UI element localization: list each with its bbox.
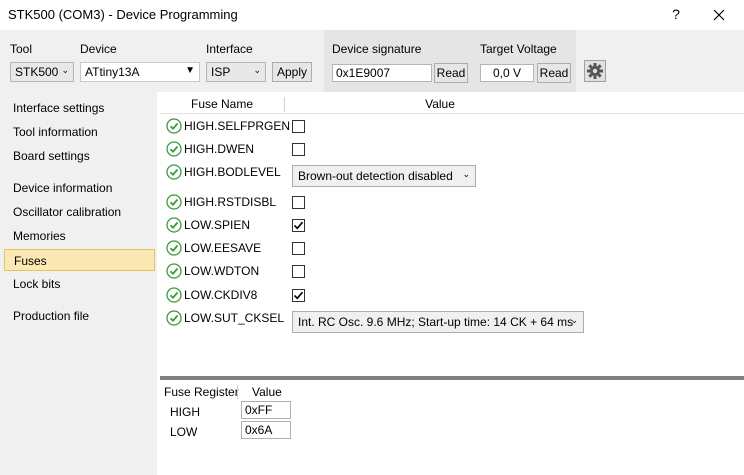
title-bar: STK500 (COM3) - Device Programming ?	[0, 0, 744, 30]
ok-check-icon	[166, 240, 182, 256]
sidebar-item-board-settings[interactable]: Board settings	[4, 145, 155, 167]
sidebar: Interface settings Tool information Boar…	[0, 92, 157, 475]
interface-label: Interface	[206, 42, 253, 56]
voltage-label: Target Voltage	[480, 42, 557, 56]
signature-read-button[interactable]: Read	[434, 63, 468, 83]
ok-check-icon	[166, 164, 182, 180]
toolbar: Tool STK500 ⌄ Device ATtiny13A ▼ Interfa…	[0, 30, 744, 92]
register-row: LOW 0x6A	[160, 421, 360, 441]
sidebar-item-memories[interactable]: Memories	[4, 225, 155, 247]
sidebar-item-tool-information[interactable]: Tool information	[4, 121, 155, 143]
wdton-checkbox[interactable]	[292, 265, 305, 278]
fuse-name: LOW.WDTON	[184, 264, 260, 278]
sidebar-item-lock-bits[interactable]: Lock bits	[4, 273, 155, 295]
fuse-name: HIGH.DWEN	[184, 142, 254, 156]
device-label: Device	[80, 42, 117, 56]
voltage-read-button[interactable]: Read	[537, 63, 571, 83]
fuse-value-header[interactable]: Value	[285, 97, 595, 111]
ok-check-icon	[166, 217, 182, 233]
ok-check-icon	[166, 118, 182, 134]
interface-select[interactable]: ISP ⌄	[206, 62, 266, 82]
chevron-down-icon: ⌄	[253, 65, 261, 75]
ok-check-icon	[166, 287, 182, 303]
fuse-name: LOW.SPIEN	[184, 218, 251, 232]
tool-select[interactable]: STK500 ⌄	[10, 62, 74, 82]
register-low-value[interactable]: 0x6A	[241, 421, 291, 439]
fuse-name: HIGH.BODLEVEL	[184, 165, 281, 179]
interface-select-value: ISP	[211, 65, 231, 79]
signature-label: Device signature	[332, 42, 422, 56]
fuse-name-header[interactable]: Fuse Name	[160, 97, 284, 111]
bodlevel-select[interactable]: Brown-out detection disabled ⌄	[292, 165, 476, 187]
checkmark-icon	[293, 221, 304, 230]
ok-check-icon	[166, 141, 182, 157]
register-row: HIGH 0xFF	[160, 401, 360, 421]
column-separator	[237, 385, 238, 399]
eesave-checkbox[interactable]	[292, 242, 305, 255]
register-high-value[interactable]: 0xFF	[241, 401, 291, 419]
rstdisbl-checkbox[interactable]	[292, 196, 305, 209]
spien-checkbox[interactable]	[292, 219, 305, 232]
close-button[interactable]	[706, 4, 732, 26]
chevron-down-icon: ⌄	[570, 315, 578, 325]
register-name: HIGH	[170, 405, 200, 419]
signature-field[interactable]: 0x1E9007	[332, 64, 432, 82]
sut-cksel-select-value: Int. RC Osc. 9.6 MHz; Start-up time: 14 …	[298, 315, 574, 329]
register-value-header[interactable]: Value	[252, 385, 282, 399]
chevron-down-icon: ⌄	[462, 169, 470, 179]
fuse-name: LOW.CKDIV8	[184, 288, 258, 302]
sut-cksel-select[interactable]: Int. RC Osc. 9.6 MHz; Start-up time: 14 …	[292, 311, 584, 333]
bodlevel-select-value: Brown-out detection disabled	[298, 169, 453, 183]
fuse-name: LOW.EESAVE	[184, 241, 262, 255]
chevron-down-icon: ⌄	[61, 65, 69, 75]
register-grid-header: Fuse Register Value	[160, 383, 744, 401]
register-name: LOW	[170, 425, 198, 439]
gear-icon	[587, 63, 603, 79]
fuse-name: HIGH.RSTDISBL	[184, 195, 277, 209]
tool-select-value: STK500	[15, 65, 59, 79]
sidebar-item-interface-settings[interactable]: Interface settings	[4, 97, 155, 119]
signature-panel: Device signature 0x1E9007 Read Target Vo…	[324, 30, 576, 92]
selfprgen-checkbox[interactable]	[292, 120, 305, 133]
sidebar-item-oscillator-calibration[interactable]: Oscillator calibration	[4, 201, 155, 223]
fuses-grid-header: Fuse Name Value	[160, 95, 744, 114]
apply-button[interactable]: Apply	[272, 62, 312, 82]
voltage-field[interactable]: 0,0 V	[480, 64, 534, 82]
ok-check-icon	[166, 310, 182, 326]
settings-button[interactable]	[584, 60, 606, 82]
fuse-name: HIGH.SELFPRGEN	[184, 119, 291, 133]
sidebar-item-production-file[interactable]: Production file	[4, 305, 155, 327]
help-button[interactable]: ?	[666, 5, 686, 25]
window-title: STK500 (COM3) - Device Programming	[8, 7, 238, 22]
device-select[interactable]: ATtiny13A ▼	[80, 62, 200, 82]
ok-check-icon	[166, 263, 182, 279]
ckdiv8-checkbox[interactable]	[292, 289, 305, 302]
sidebar-item-fuses[interactable]: Fuses	[4, 249, 155, 271]
device-select-value: ATtiny13A	[85, 65, 140, 79]
register-name-header[interactable]: Fuse Register	[164, 385, 239, 399]
checkmark-icon	[293, 291, 304, 300]
dropdown-arrow-icon: ▼	[185, 65, 195, 76]
tool-label: Tool	[10, 42, 33, 56]
dwen-checkbox[interactable]	[292, 143, 305, 156]
fuse-name: LOW.SUT_CKSEL	[184, 311, 285, 325]
sidebar-item-device-information[interactable]: Device information	[4, 177, 155, 199]
close-icon	[713, 9, 725, 21]
panel-splitter[interactable]	[160, 376, 744, 380]
ok-check-icon	[166, 194, 182, 210]
